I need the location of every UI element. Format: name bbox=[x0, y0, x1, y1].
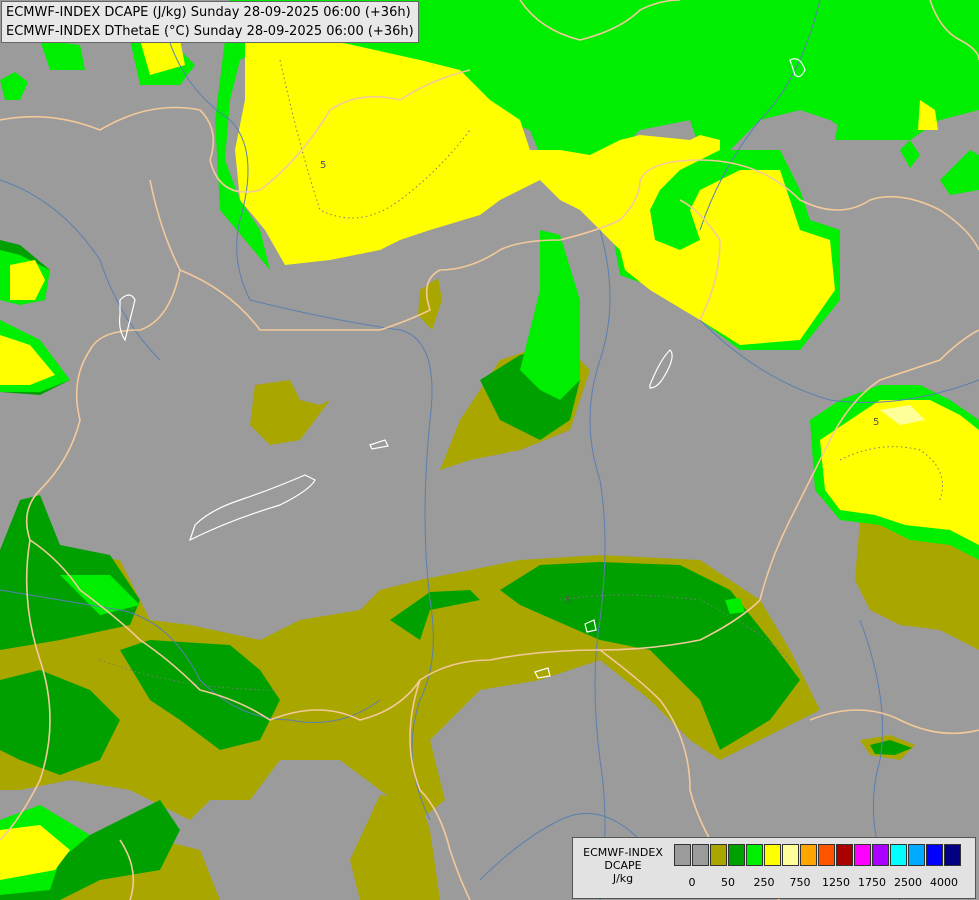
dcape-map: 5 5 5 bbox=[0, 0, 979, 900]
contour-label: 5 bbox=[873, 417, 879, 428]
legend-swatch bbox=[782, 844, 799, 866]
legend-swatch bbox=[890, 844, 907, 866]
legend-title-line: ECMWF-INDEX bbox=[583, 846, 663, 859]
legend-tick-label: 0 bbox=[688, 876, 696, 889]
legend-ticks: 0 50 250 750 1250 1750 2500 4000 bbox=[674, 876, 974, 890]
legend-tick-label: 2500 bbox=[894, 876, 922, 889]
title-line-dcape: ECMWF-INDEX DCAPE (J/kg) Sunday 28-09-20… bbox=[6, 5, 411, 20]
legend-tick-label: 4000 bbox=[930, 876, 958, 889]
legend-swatch bbox=[800, 844, 817, 866]
legend-swatch bbox=[908, 844, 925, 866]
legend-swatch bbox=[728, 844, 745, 866]
color-legend: ECMWF-INDEX DCAPE J/kg 0 50 250 750 1250 1750… bbox=[572, 837, 976, 899]
legend-swatch bbox=[854, 844, 871, 866]
legend-title-line: DCAPE bbox=[604, 859, 642, 872]
legend-swatch bbox=[710, 844, 727, 866]
legend-swatch bbox=[836, 844, 853, 866]
legend-title: ECMWF-INDEX DCAPE J/kg bbox=[575, 846, 671, 885]
legend-swatch bbox=[944, 844, 961, 866]
contour-label: 5 bbox=[565, 595, 571, 606]
map-title: ECMWF-INDEX DCAPE (J/kg) Sunday 28-09-20… bbox=[1, 1, 419, 43]
legend-swatches bbox=[674, 844, 962, 866]
legend-tick-label: 750 bbox=[789, 876, 811, 889]
legend-swatch bbox=[818, 844, 835, 866]
legend-tick-label: 250 bbox=[753, 876, 775, 889]
legend-swatch bbox=[746, 844, 763, 866]
legend-tick-label: 1750 bbox=[858, 876, 886, 889]
legend-tick-label: 1250 bbox=[822, 876, 850, 889]
legend-swatch bbox=[674, 844, 691, 866]
legend-tick-label: 50 bbox=[721, 876, 735, 889]
legend-swatch bbox=[872, 844, 889, 866]
legend-swatch bbox=[692, 844, 709, 866]
title-line-dthetae: ECMWF-INDEX DThetaE (°C) Sunday 28-09-20… bbox=[6, 24, 414, 39]
legend-swatch bbox=[926, 844, 943, 866]
contour-label: 5 bbox=[320, 160, 326, 171]
legend-swatch bbox=[764, 844, 781, 866]
legend-unit: J/kg bbox=[612, 872, 634, 885]
